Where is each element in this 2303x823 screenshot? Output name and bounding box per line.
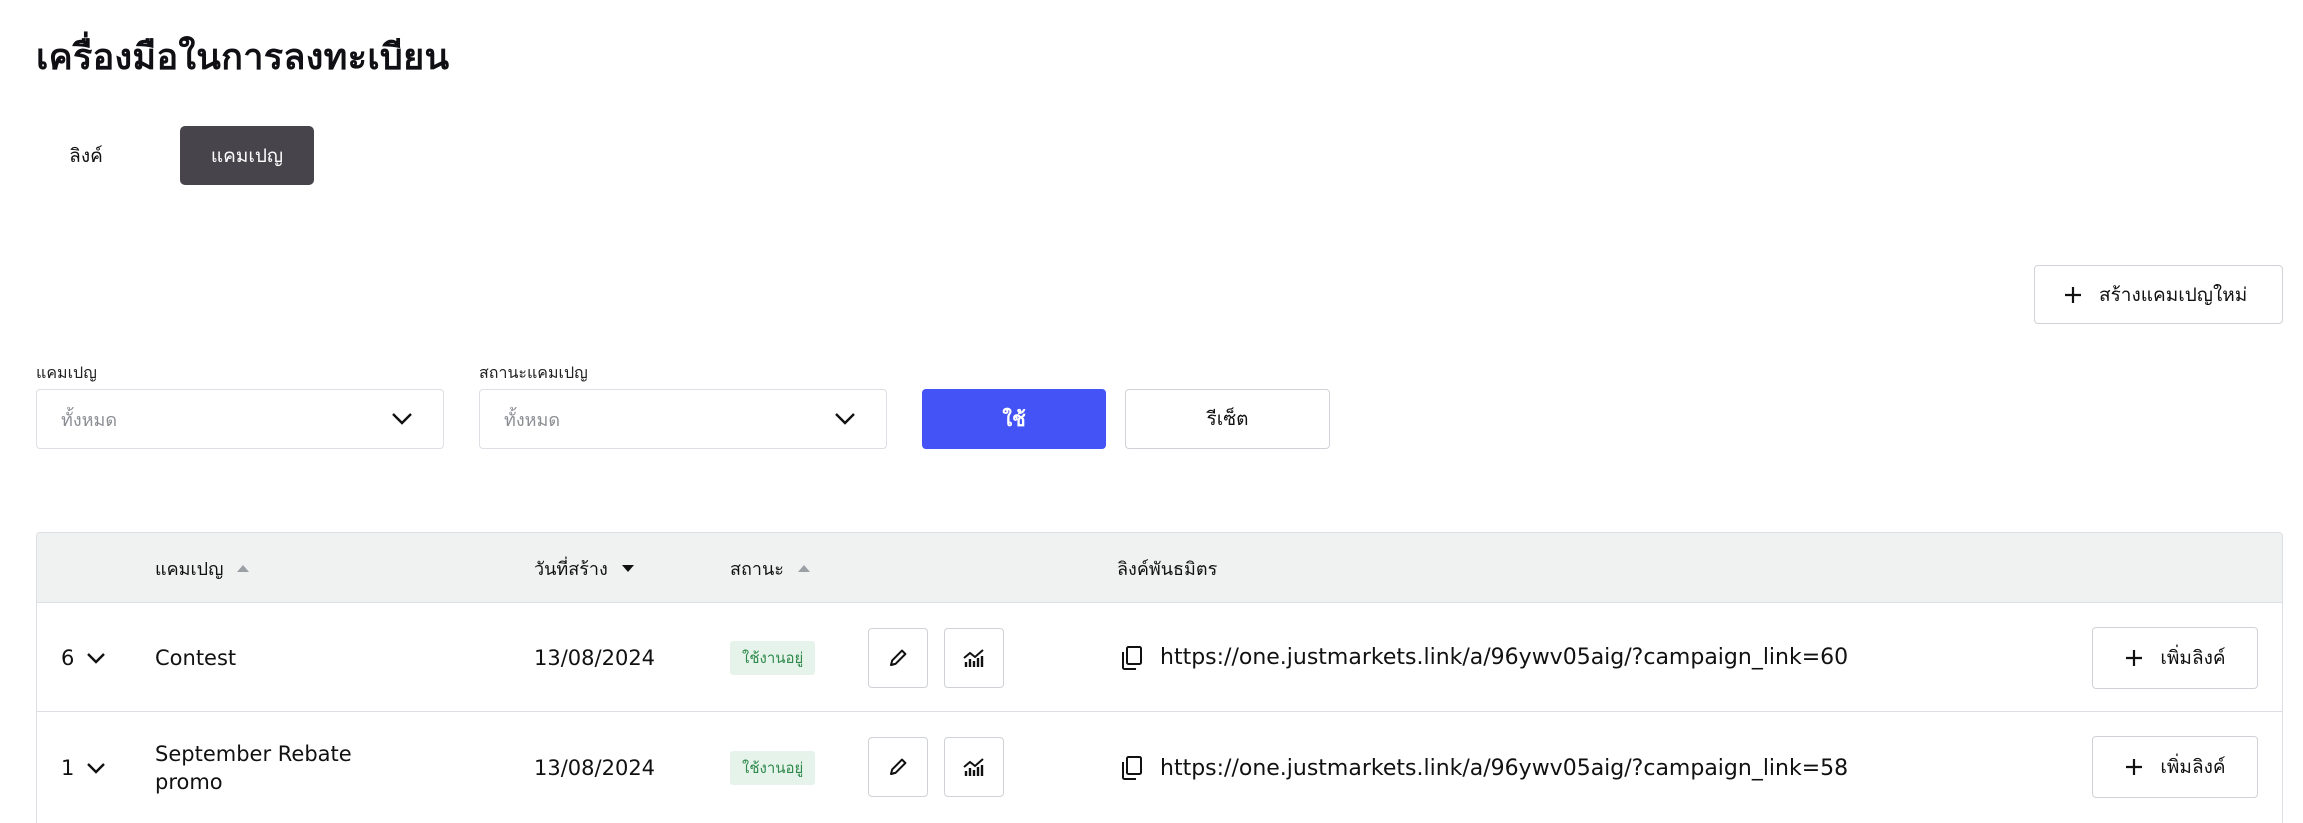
copy-icon[interactable]	[1120, 755, 1144, 781]
create-campaign-button[interactable]: สร้างแคมเปญใหม่	[2034, 265, 2283, 324]
status-badge: ใช้งานอยู่	[730, 640, 816, 675]
column-header-created-label: วันที่สร้าง	[534, 558, 608, 580]
row-expander[interactable]: 1	[61, 713, 106, 823]
column-header-affiliate-link-label: ลิงค์พันธมิตร	[1117, 558, 1218, 580]
campaign-name: September Rebate promo	[155, 742, 352, 794]
sort-ascending-icon	[797, 564, 810, 572]
sort-ascending-icon	[237, 564, 250, 572]
table-header: แคมเปญ วันที่สร้าง สถานะ ลิงค์พันธมิตร	[37, 533, 2282, 603]
campaign-filter-label: แคมเปญ	[36, 363, 97, 382]
campaigns-table: แคมเปญ วันที่สร้าง สถานะ ลิงค์พันธมิตร 6…	[36, 532, 2283, 823]
table-row: 6 Contest 13/08/2024 ใช้งานอยู่ https://…	[37, 604, 2282, 712]
add-link-label: เพิ่มลิงค์	[2160, 756, 2226, 778]
plus-icon	[2124, 757, 2144, 777]
row-expander[interactable]: 6	[61, 604, 106, 711]
link-count: 6	[61, 645, 75, 670]
tab-links[interactable]: ลิงค์	[36, 126, 136, 185]
chevron-down-icon	[834, 412, 856, 426]
column-header-status-label: สถานะ	[730, 558, 784, 580]
link-count: 1	[61, 756, 75, 780]
chart-icon	[961, 646, 987, 670]
tab-campaigns[interactable]: แคมเปญ	[180, 126, 314, 185]
column-header-status[interactable]: สถานะ	[730, 533, 810, 603]
apply-button[interactable]: ใช้	[922, 389, 1106, 449]
statistics-button[interactable]	[944, 628, 1004, 688]
column-header-campaign[interactable]: แคมเปญ	[155, 533, 250, 603]
plus-icon	[2124, 648, 2144, 668]
status-filter-select[interactable]: ทั้งหมด	[479, 389, 887, 449]
edit-button[interactable]	[868, 628, 928, 688]
pencil-icon	[886, 755, 910, 779]
status-filter-value: ทั้งหมด	[504, 409, 561, 431]
pencil-icon	[886, 646, 910, 670]
plus-icon	[2063, 285, 2083, 305]
chevron-down-icon	[86, 652, 106, 664]
affiliate-link-cell: https://one.justmarkets.link/a/96ywv05ai…	[1120, 604, 1848, 711]
chevron-down-icon	[391, 412, 413, 426]
campaign-filter-select[interactable]: ทั้งหมด	[36, 389, 444, 449]
sort-descending-icon	[621, 564, 634, 572]
affiliate-link-text: https://one.justmarkets.link/a/96ywv05ai…	[1160, 755, 1849, 781]
edit-button[interactable]	[868, 737, 928, 797]
column-header-campaign-label: แคมเปญ	[155, 558, 224, 580]
status-cell: ใช้งานอยู่	[730, 713, 816, 823]
copy-icon[interactable]	[1120, 645, 1144, 671]
status-badge: ใช้งานอยู่	[730, 751, 816, 785]
add-link-button[interactable]: เพิ่มลิงค์	[2092, 736, 2258, 798]
chevron-down-icon	[86, 762, 106, 774]
column-header-created[interactable]: วันที่สร้าง	[534, 533, 634, 603]
affiliate-link-text: https://one.justmarkets.link/a/96ywv05ai…	[1160, 645, 1849, 670]
status-cell: ใช้งานอยู่	[730, 604, 816, 711]
campaign-filter-value: ทั้งหมด	[61, 409, 118, 431]
affiliate-link-cell: https://one.justmarkets.link/a/96ywv05ai…	[1120, 713, 1848, 823]
status-filter-label: สถานะแคมเปญ	[479, 363, 588, 382]
campaign-name: Contest	[155, 645, 237, 670]
column-header-affiliate-link: ลิงค์พันธมิตร	[1117, 533, 1217, 603]
created-date: 13/08/2024	[534, 756, 656, 780]
created-date: 13/08/2024	[534, 645, 656, 670]
table-row: 1 September Rebate promo 13/08/2024 ใช้ง…	[37, 713, 2282, 823]
create-campaign-label: สร้างแคมเปญใหม่	[2099, 283, 2248, 306]
statistics-button[interactable]	[944, 737, 1004, 797]
add-link-button[interactable]: เพิ่มลิงค์	[2092, 627, 2258, 689]
reset-button[interactable]: รีเซ็ต	[1125, 389, 1330, 449]
chart-icon	[961, 755, 987, 779]
page-title: เครื่องมือในการลงทะเบียน	[36, 37, 450, 78]
add-link-label: เพิ่มลิงค์	[2160, 647, 2226, 669]
